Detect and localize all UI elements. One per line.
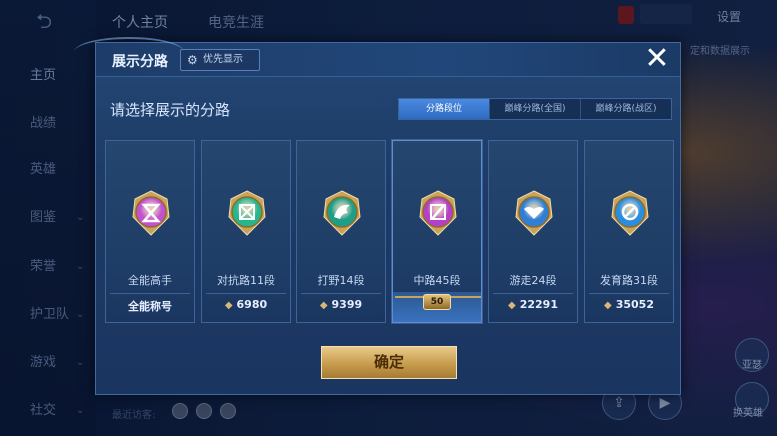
roam-wings-icon [512, 189, 556, 237]
medal-wing-right [451, 296, 481, 306]
lane-card-label: 发育路31段 [600, 274, 658, 287]
lane-card-value-text: 22291 [519, 298, 558, 311]
mid-lane-icon [416, 189, 460, 237]
priority-display-button[interactable]: ⚙ 优先显示 [180, 49, 260, 71]
lane-card-value-text: 35052 [615, 298, 654, 311]
lane-card[interactable]: 发育路31段 ◆ 35052 [584, 140, 674, 323]
gear-icon: ⚙ [187, 53, 198, 67]
lane-card-value: 全能称号 [106, 298, 194, 314]
card-divider [493, 293, 573, 294]
lane-card-value-text: 6980 [236, 298, 268, 311]
lane-card-value: ◆ 22291 [489, 298, 577, 311]
lane-card[interactable]: 对抗路11段 ◆ 6980 [201, 140, 291, 323]
lane-card[interactable]: 打野14段 ◆ 9399 [296, 140, 386, 323]
lane-card-value: ◆ 6980 [202, 298, 290, 311]
farm-lane-icon [608, 189, 652, 237]
medal-wing-left [395, 296, 425, 306]
lane-card-label: 对抗路11段 [217, 274, 275, 287]
lane-tabs: 分路段位 巅峰分路(全国) 巅峰分路(战区) [398, 98, 672, 120]
clash-lane-icon [225, 189, 269, 237]
priority-display-label: 优先显示 [203, 54, 243, 65]
lane-card-label: 中路45段 [413, 274, 461, 287]
tab-lane-rank[interactable]: 分路段位 [399, 99, 490, 119]
lane-card-label: 游走24段 [509, 274, 557, 287]
jungle-dragon-icon [320, 189, 364, 237]
lane-card-value-text: 全能称号 [128, 300, 172, 313]
tab-peak-region[interactable]: 巅峰分路(战区) [581, 99, 671, 119]
card-divider [301, 293, 381, 294]
lane-card-value: ◆ 35052 [585, 298, 673, 311]
lane-card-label: 打野14段 [317, 274, 365, 287]
lane-card-label: 全能高手 [128, 274, 172, 287]
card-divider [589, 293, 669, 294]
lane-card[interactable]: 中路45段 50 [392, 140, 482, 323]
lane-card[interactable]: 全能高手 全能称号 [105, 140, 195, 323]
card-divider [206, 293, 286, 294]
lane-card-value-text: 9399 [331, 298, 363, 311]
all-round-icon [129, 189, 173, 237]
points-icon: ◆ [604, 300, 612, 311]
card-divider [110, 293, 190, 294]
points-icon: ◆ [508, 300, 516, 311]
lane-display-dialog: 展示分路 ⚙ 优先显示 ✕ 请选择展示的分路 分路段位 巅峰分路(全国) 巅峰分… [74, 37, 681, 395]
dialog-header: 展示分路 ⚙ 优先显示 ✕ [74, 37, 680, 77]
lane-card[interactable]: 游走24段 ◆ 22291 [488, 140, 578, 323]
close-icon[interactable]: ✕ [639, 43, 675, 77]
points-icon: ◆ [224, 300, 233, 311]
tab-peak-national[interactable]: 巅峰分路(全国) [490, 99, 581, 119]
dialog-subtitle: 请选择展示的分路 [110, 101, 231, 119]
star-count-medal: 50 [423, 294, 451, 310]
points-icon: ◆ [319, 300, 328, 311]
dialog-title: 展示分路 [112, 54, 168, 70]
confirm-button[interactable]: 确定 [321, 346, 457, 379]
lane-card-value: ◆ 9399 [297, 298, 385, 311]
